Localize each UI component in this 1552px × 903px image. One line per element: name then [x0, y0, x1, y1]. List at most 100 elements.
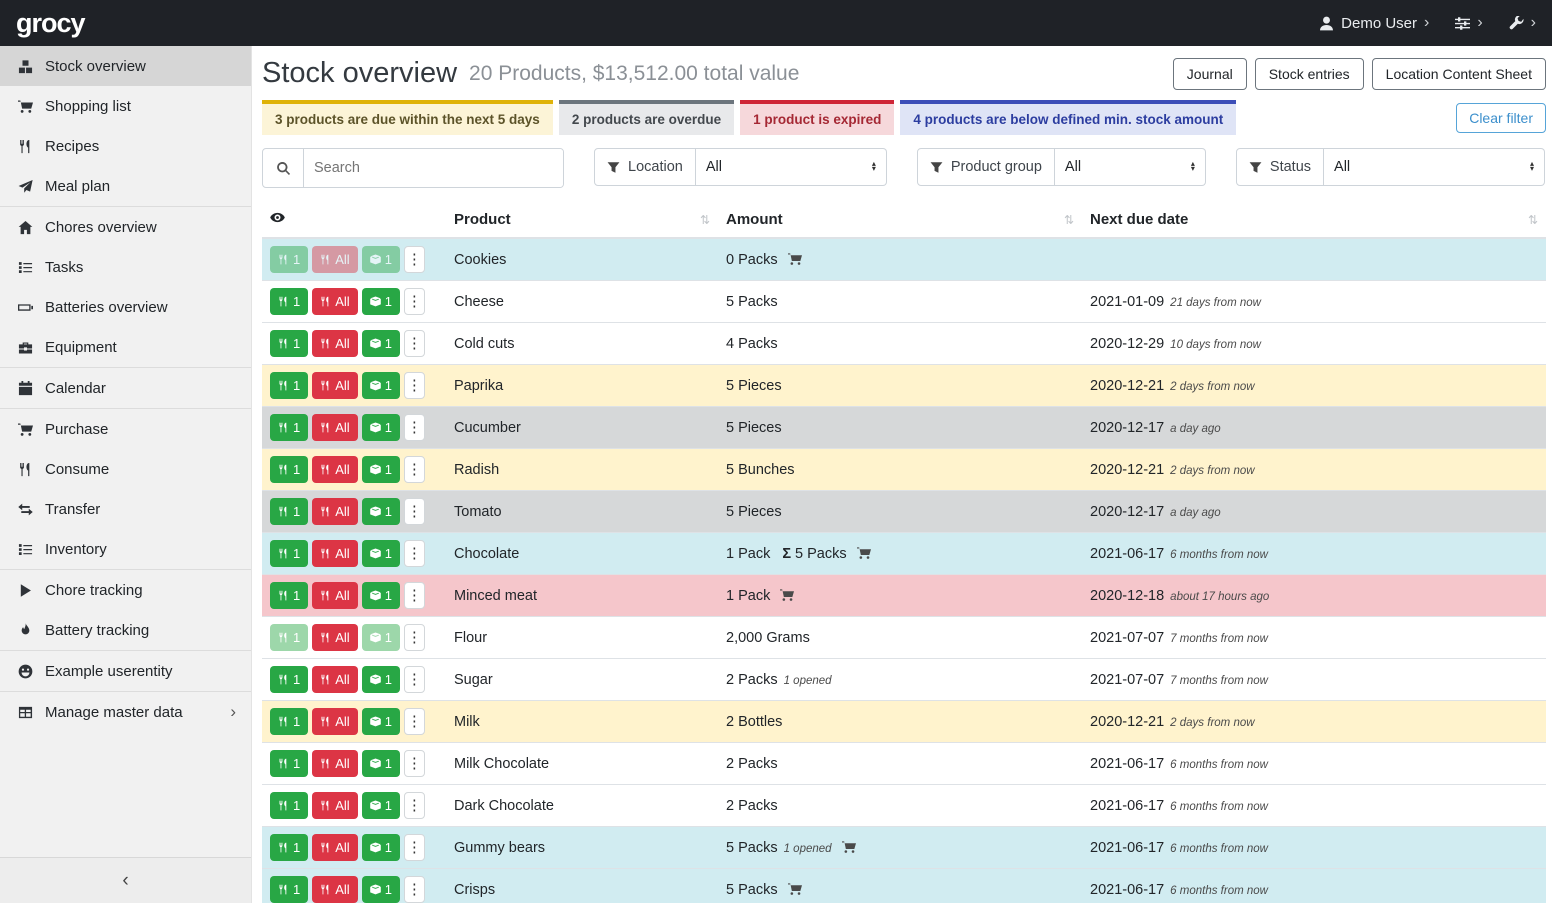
product-group-select[interactable]: All ▴▾ — [1055, 148, 1206, 186]
open-one-button[interactable]: 1 — [362, 540, 400, 567]
product-name[interactable]: Milk — [454, 714, 480, 730]
product-name[interactable]: Chocolate — [454, 546, 519, 562]
open-one-button[interactable]: 1 — [362, 624, 400, 651]
product-name[interactable]: Crisps — [454, 882, 495, 898]
shopping-cart-icon[interactable] — [788, 252, 802, 266]
consume-one-button[interactable]: 1 — [270, 750, 308, 777]
sidebar-item-inventory[interactable]: Inventory — [0, 529, 251, 570]
open-one-button[interactable]: 1 — [362, 708, 400, 735]
row-menu-button[interactable]: ⋮ — [404, 834, 425, 861]
sidebar-item-shopping-list[interactable]: Shopping list — [0, 86, 251, 126]
sort-icon[interactable]: ⇅ — [1528, 213, 1538, 227]
consume-all-button[interactable]: All — [312, 330, 357, 357]
banner-warning[interactable]: 3 products are due within the next 5 day… — [262, 100, 553, 135]
open-one-button[interactable]: 1 — [362, 288, 400, 315]
open-one-button[interactable]: 1 — [362, 414, 400, 441]
shopping-cart-icon[interactable] — [788, 882, 802, 896]
product-name[interactable]: Milk Chocolate — [454, 756, 549, 772]
row-menu-button[interactable]: ⋮ — [404, 540, 425, 567]
banner-info[interactable]: 4 products are below defined min. stock … — [900, 100, 1236, 135]
row-menu-button[interactable]: ⋮ — [404, 582, 425, 609]
consume-one-button[interactable]: 1 — [270, 414, 308, 441]
row-menu-button[interactable]: ⋮ — [404, 666, 425, 693]
consume-one-button[interactable]: 1 — [270, 288, 308, 315]
consume-all-button[interactable]: All — [312, 372, 357, 399]
sidebar-item-batteries-overview[interactable]: Batteries overview — [0, 287, 251, 327]
open-one-button[interactable]: 1 — [362, 330, 400, 357]
stock-entries-button[interactable]: Stock entries — [1255, 58, 1364, 90]
row-menu-button[interactable]: ⋮ — [404, 498, 425, 525]
open-one-button[interactable]: 1 — [362, 666, 400, 693]
consume-one-button[interactable]: 1 — [270, 624, 308, 651]
open-one-button[interactable]: 1 — [362, 246, 400, 273]
sidebar-item-transfer[interactable]: Transfer — [0, 489, 251, 529]
search-input[interactable] — [304, 149, 563, 187]
row-menu-button[interactable]: ⋮ — [404, 456, 425, 483]
status-select[interactable]: All ▴▾ — [1324, 148, 1545, 186]
consume-all-button[interactable]: All — [312, 582, 357, 609]
consume-all-button[interactable]: All — [312, 288, 357, 315]
consume-all-button[interactable]: All — [312, 792, 357, 819]
consume-one-button[interactable]: 1 — [270, 708, 308, 735]
consume-all-button[interactable]: All — [312, 666, 357, 693]
consume-one-button[interactable]: 1 — [270, 666, 308, 693]
consume-one-button[interactable]: 1 — [270, 330, 308, 357]
consume-one-button[interactable]: 1 — [270, 540, 308, 567]
product-name[interactable]: Tomato — [454, 504, 502, 520]
banner-secondary[interactable]: 2 products are overdue — [559, 100, 734, 135]
row-menu-button[interactable]: ⋮ — [404, 750, 425, 777]
sidebar-collapse-button[interactable]: ‹ — [0, 857, 251, 903]
consume-all-button[interactable]: All — [312, 456, 357, 483]
product-name[interactable]: Cold cuts — [454, 336, 514, 352]
sidebar-item-chores-overview[interactable]: Chores overview — [0, 207, 251, 247]
open-one-button[interactable]: 1 — [362, 456, 400, 483]
open-one-button[interactable]: 1 — [362, 498, 400, 525]
sidebar-item-equipment[interactable]: Equipment — [0, 327, 251, 368]
open-one-button[interactable]: 1 — [362, 792, 400, 819]
app-logo[interactable]: grocy — [16, 8, 85, 39]
location-content-sheet-button[interactable]: Location Content Sheet — [1372, 58, 1546, 90]
product-name[interactable]: Minced meat — [454, 588, 537, 604]
consume-all-button[interactable]: All — [312, 246, 357, 273]
consume-all-button[interactable]: All — [312, 876, 357, 903]
shopping-cart-icon[interactable] — [842, 840, 856, 854]
consume-all-button[interactable]: All — [312, 624, 357, 651]
row-menu-button[interactable]: ⋮ — [404, 330, 425, 357]
product-name[interactable]: Flour — [454, 630, 487, 646]
shopping-cart-icon[interactable] — [857, 546, 871, 560]
admin-menu[interactable]: › — [1509, 15, 1536, 31]
product-name[interactable]: Radish — [454, 462, 499, 478]
row-menu-button[interactable]: ⋮ — [404, 246, 425, 273]
open-one-button[interactable]: 1 — [362, 834, 400, 861]
open-one-button[interactable]: 1 — [362, 582, 400, 609]
row-menu-button[interactable]: ⋮ — [404, 876, 425, 903]
column-next-due-date[interactable]: Next due date ⇅ — [1082, 202, 1546, 238]
row-menu-button[interactable]: ⋮ — [404, 624, 425, 651]
consume-one-button[interactable]: 1 — [270, 372, 308, 399]
product-name[interactable]: Cheese — [454, 294, 504, 310]
location-select[interactable]: All ▴▾ — [696, 148, 887, 186]
row-menu-button[interactable]: ⋮ — [404, 372, 425, 399]
sidebar-item-purchase[interactable]: Purchase — [0, 409, 251, 449]
sidebar-item-manage-master-data[interactable]: Manage master data› — [0, 692, 251, 732]
consume-one-button[interactable]: 1 — [270, 582, 308, 609]
consume-all-button[interactable]: All — [312, 540, 357, 567]
consume-all-button[interactable]: All — [312, 834, 357, 861]
consume-one-button[interactable]: 1 — [270, 792, 308, 819]
sort-icon[interactable]: ⇅ — [700, 213, 710, 227]
sidebar-item-stock-overview[interactable]: Stock overview — [0, 46, 251, 86]
sidebar-item-meal-plan[interactable]: Meal plan — [0, 166, 251, 207]
sidebar-item-consume[interactable]: Consume — [0, 449, 251, 489]
sidebar-item-example-userentity[interactable]: Example userentity — [0, 651, 251, 692]
product-name[interactable]: Gummy bears — [454, 840, 545, 856]
banner-danger[interactable]: 1 product is expired — [740, 100, 894, 135]
row-menu-button[interactable]: ⋮ — [404, 792, 425, 819]
sidebar-item-battery-tracking[interactable]: Battery tracking — [0, 610, 251, 651]
open-one-button[interactable]: 1 — [362, 750, 400, 777]
consume-all-button[interactable]: All — [312, 498, 357, 525]
sidebar-item-recipes[interactable]: Recipes — [0, 126, 251, 166]
consume-one-button[interactable]: 1 — [270, 876, 308, 903]
shopping-cart-icon[interactable] — [780, 588, 794, 602]
journal-button[interactable]: Journal — [1173, 58, 1247, 90]
row-menu-button[interactable]: ⋮ — [404, 288, 425, 315]
